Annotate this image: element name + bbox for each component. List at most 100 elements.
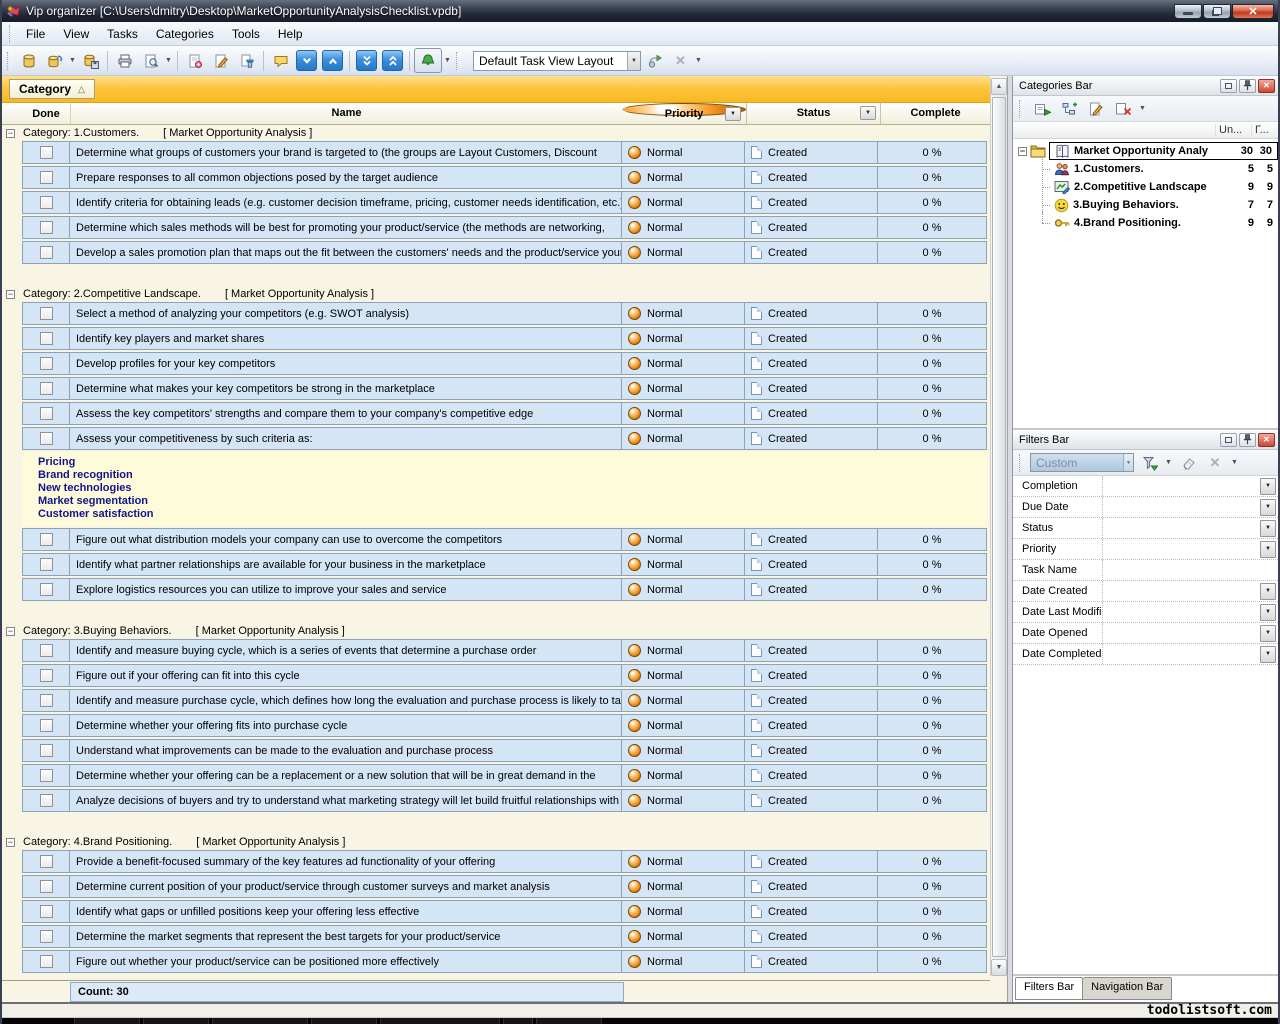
task-row[interactable]: Prepare responses to all common objectio… bbox=[22, 166, 987, 189]
task-row[interactable]: Determine current position of your produ… bbox=[22, 875, 987, 898]
scrollbar-thumb[interactable] bbox=[992, 97, 1006, 957]
move-to-top-button[interactable] bbox=[382, 50, 403, 71]
restore-button[interactable] bbox=[1203, 4, 1231, 19]
task-checkbox[interactable] bbox=[40, 196, 53, 209]
filter-value-field[interactable] bbox=[1103, 476, 1260, 496]
collapse-icon[interactable]: − bbox=[6, 129, 15, 138]
column-header-complete[interactable]: Complete bbox=[880, 103, 990, 124]
task-checkbox[interactable] bbox=[40, 332, 53, 345]
menu-item-categories[interactable]: Categories bbox=[147, 24, 223, 44]
task-checkbox[interactable] bbox=[40, 694, 53, 707]
task-checkbox[interactable] bbox=[40, 583, 53, 596]
filter-value-field[interactable] bbox=[1103, 623, 1260, 643]
filter-dropdown-button[interactable]: ▼ bbox=[1260, 625, 1276, 642]
task-checkbox[interactable] bbox=[40, 719, 53, 732]
comments-button[interactable] bbox=[268, 49, 293, 73]
print-button[interactable] bbox=[112, 49, 137, 73]
task-checkbox[interactable] bbox=[40, 357, 53, 370]
group-by-category-button[interactable]: Category △ bbox=[9, 79, 95, 99]
task-row[interactable]: Figure out if your offering can fit into… bbox=[22, 664, 987, 687]
filter-value-field[interactable] bbox=[1103, 644, 1260, 664]
new-task-button[interactable] bbox=[182, 49, 207, 73]
edit-category-button[interactable] bbox=[1084, 98, 1108, 120]
task-row[interactable]: Identify and measure purchase cycle, whi… bbox=[22, 689, 987, 712]
panel-close-button[interactable]: ✕ bbox=[1258, 79, 1275, 93]
task-checkbox[interactable] bbox=[40, 644, 53, 657]
move-to-bottom-button[interactable] bbox=[356, 50, 377, 71]
open-database-button[interactable] bbox=[42, 49, 67, 73]
notifications-button[interactable] bbox=[414, 48, 442, 73]
close-button[interactable]: ✕ bbox=[1232, 4, 1274, 19]
notifications-dropdown-icon[interactable]: ▼ bbox=[443, 57, 452, 64]
filter-value-field[interactable] bbox=[1103, 518, 1260, 538]
task-row[interactable]: Develop a sales promotion plan that maps… bbox=[22, 241, 987, 264]
minimize-button[interactable] bbox=[1174, 4, 1202, 19]
task-row[interactable]: Understand what improvements can be made… bbox=[22, 739, 987, 762]
task-checkbox[interactable] bbox=[40, 407, 53, 420]
task-checkbox[interactable] bbox=[40, 221, 53, 234]
task-checkbox[interactable] bbox=[40, 558, 53, 571]
task-row[interactable]: Select a method of analyzing your compet… bbox=[22, 302, 987, 325]
column-header-status[interactable]: Status▼ bbox=[746, 103, 880, 124]
apply-filter-button[interactable] bbox=[1137, 452, 1161, 474]
task-checkbox[interactable] bbox=[40, 905, 53, 918]
add-category-button[interactable] bbox=[1030, 98, 1054, 120]
panel-restore-button[interactable] bbox=[1220, 433, 1237, 447]
column-header-name[interactable]: Name bbox=[70, 103, 622, 124]
task-checkbox[interactable] bbox=[40, 307, 53, 320]
task-checkbox[interactable] bbox=[40, 855, 53, 868]
task-checkbox[interactable] bbox=[40, 533, 53, 546]
menu-item-tools[interactable]: Tools bbox=[223, 24, 269, 44]
clear-filter-button[interactable] bbox=[1176, 452, 1200, 474]
menu-item-tasks[interactable]: Tasks bbox=[98, 24, 147, 44]
tree-item-4-brand-positioning[interactable]: 4.Brand Positioning.99 bbox=[1013, 214, 1278, 232]
panel-restore-button[interactable] bbox=[1220, 79, 1237, 93]
print-preview-button[interactable] bbox=[138, 49, 163, 73]
task-row[interactable]: Provide a benefit-focused summary of the… bbox=[22, 850, 987, 873]
filter-dropdown-button[interactable]: ▼ bbox=[1260, 520, 1276, 537]
task-row[interactable]: Determine which sales methods will be be… bbox=[22, 216, 987, 239]
tree-item-2-competitive-landscape[interactable]: 2.Competitive Landscape99 bbox=[1013, 178, 1278, 196]
task-checkbox[interactable] bbox=[40, 955, 53, 968]
menu-item-file[interactable]: File bbox=[17, 24, 54, 44]
combo-dropdown-icon[interactable]: ▼ bbox=[1123, 454, 1133, 471]
task-row[interactable]: Analyze decisions of buyers and try to u… bbox=[22, 789, 987, 812]
move-down-button[interactable] bbox=[296, 50, 317, 71]
filter-dropdown-button[interactable]: ▼ bbox=[1260, 604, 1276, 621]
filter-value-field[interactable] bbox=[1103, 539, 1260, 559]
open-database-dropdown-icon[interactable]: ▼ bbox=[68, 57, 77, 64]
filter-dropdown-button[interactable]: ▼ bbox=[1260, 583, 1276, 600]
task-checkbox[interactable] bbox=[40, 432, 53, 445]
filter-dropdown-button[interactable]: ▼ bbox=[1260, 478, 1276, 495]
delete-task-button[interactable] bbox=[234, 49, 259, 73]
menu-item-help[interactable]: Help bbox=[269, 24, 312, 44]
filter-value-field[interactable] bbox=[1103, 497, 1260, 517]
column-header-total[interactable]: Г... bbox=[1251, 124, 1278, 136]
task-row[interactable]: Figure out what distribution models your… bbox=[22, 528, 987, 551]
vertical-scrollbar[interactable]: ▲ ▼ bbox=[990, 78, 1007, 976]
collapse-icon[interactable]: − bbox=[6, 627, 15, 636]
apply-filter-dropdown-icon[interactable]: ▼ bbox=[1164, 459, 1173, 466]
collapse-icon[interactable]: − bbox=[6, 838, 15, 847]
status-filter-button[interactable]: ▼ bbox=[860, 106, 876, 120]
tree-collapse-icon[interactable]: − bbox=[1018, 147, 1027, 156]
categories-toolbar-overflow-icon[interactable]: ▼ bbox=[1138, 105, 1147, 112]
task-row[interactable]: Determine whether your offering can be a… bbox=[22, 764, 987, 787]
column-header-uncompleted[interactable]: Un... bbox=[1215, 124, 1251, 136]
task-row[interactable]: Determine whether your offering fits int… bbox=[22, 714, 987, 737]
task-row[interactable]: Determine what groups of customers your … bbox=[22, 141, 987, 164]
task-row[interactable]: Identify and measure buying cycle, which… bbox=[22, 639, 987, 662]
tree-item-1-customers[interactable]: 1.Customers.55 bbox=[1013, 160, 1278, 178]
scroll-down-button[interactable]: ▼ bbox=[991, 959, 1007, 976]
collapse-icon[interactable]: − bbox=[6, 290, 15, 299]
move-up-button[interactable] bbox=[322, 50, 343, 71]
task-checkbox[interactable] bbox=[40, 146, 53, 159]
panel-close-button[interactable]: ✕ bbox=[1258, 433, 1275, 447]
filters-toolbar-overflow-icon[interactable]: ▼ bbox=[1230, 459, 1239, 466]
task-row[interactable]: Identify what partner relationships are … bbox=[22, 553, 987, 576]
filter-dropdown-button[interactable]: ▼ bbox=[1260, 499, 1276, 516]
tab-navigation-bar[interactable]: Navigation Bar bbox=[1083, 977, 1172, 1000]
scroll-up-button[interactable]: ▲ bbox=[991, 78, 1007, 95]
filter-preset-combo[interactable]: Custom ▼ bbox=[1030, 453, 1134, 472]
task-checkbox[interactable] bbox=[40, 794, 53, 807]
